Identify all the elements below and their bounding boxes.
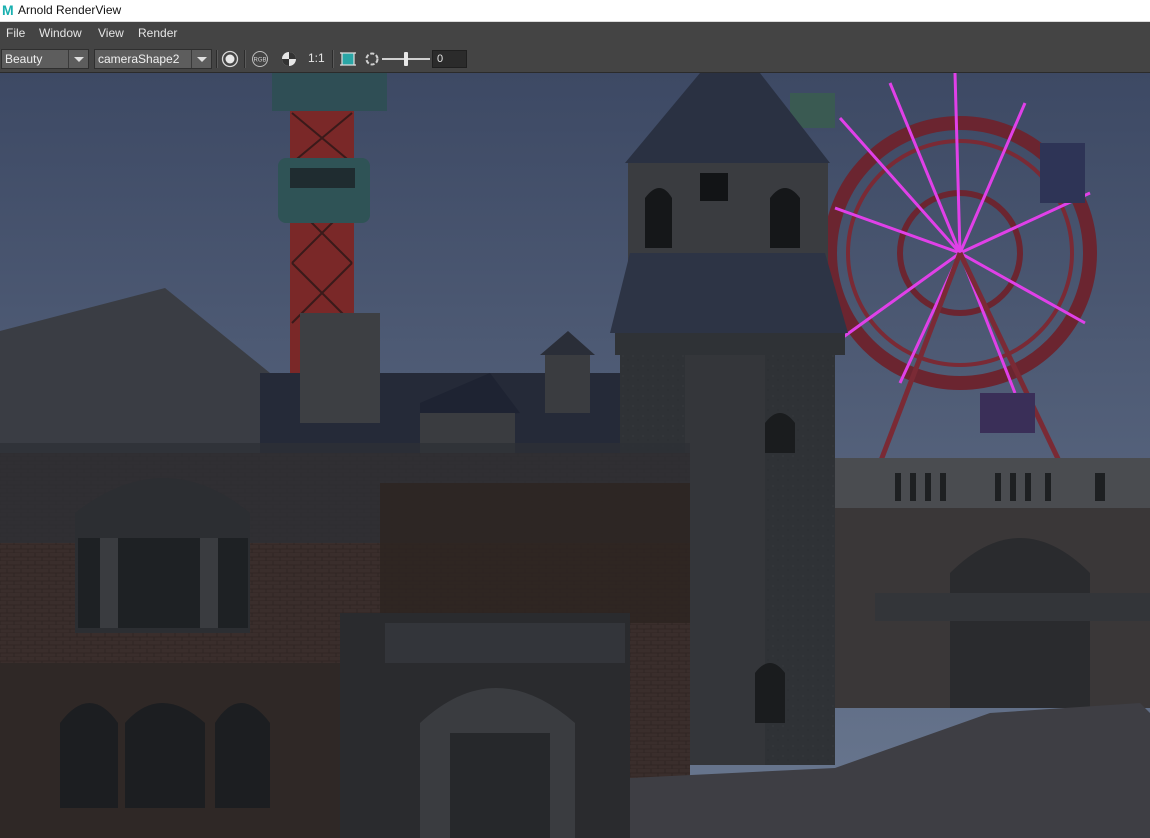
- arched-window-left: [75, 478, 250, 633]
- toolbar-divider: [244, 50, 246, 68]
- render-viewport[interactable]: [0, 73, 1150, 838]
- crop-region-icon[interactable]: [338, 50, 358, 68]
- camera-dropdown[interactable]: cameraShape2: [94, 49, 212, 69]
- render-image: [0, 73, 1150, 838]
- title-bar: M Arnold RenderView: [0, 0, 1150, 22]
- menu-window[interactable]: Window: [39, 26, 82, 41]
- menu-bar: File Window View Render: [0, 22, 1150, 45]
- aov-value: Beauty: [5, 52, 43, 66]
- right-terrace: [835, 458, 1150, 708]
- exposure-field[interactable]: 0: [432, 50, 467, 68]
- cupola: [300, 313, 380, 423]
- camera-value: cameraShape2: [98, 52, 180, 66]
- aov-dropdown[interactable]: Beauty: [1, 49, 89, 69]
- menu-file[interactable]: File: [6, 26, 25, 41]
- exposure-slider-thumb[interactable]: [404, 52, 408, 66]
- display-lut-icon[interactable]: [279, 50, 299, 68]
- maya-app-icon: M: [2, 2, 14, 18]
- chevron-down-icon: [68, 50, 88, 68]
- lower-arches: [0, 663, 340, 838]
- refresh-icon[interactable]: [362, 50, 382, 68]
- toolbar-divider: [216, 50, 218, 68]
- svg-text:RGB: RGB: [253, 58, 266, 64]
- render-sphere-icon[interactable]: [220, 50, 240, 68]
- menu-view[interactable]: View: [98, 26, 124, 41]
- dormer: [545, 353, 590, 413]
- center-doorway: [340, 613, 630, 838]
- chevron-down-icon: [191, 50, 211, 68]
- toolbar-divider: [332, 50, 334, 68]
- render-toolbar: Beauty cameraShape2 RGB 1:1 0: [0, 45, 1150, 73]
- menu-render[interactable]: Render: [138, 26, 177, 41]
- ratio-1-1-button[interactable]: 1:1: [308, 51, 325, 66]
- rgb-channels-icon[interactable]: RGB: [250, 50, 270, 68]
- window-title: Arnold RenderView: [18, 3, 122, 17]
